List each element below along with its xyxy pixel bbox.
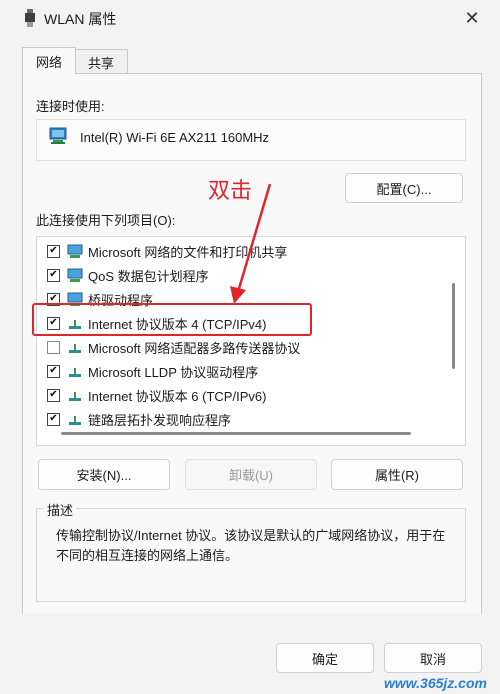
list-item[interactable]: ✔ 链路层拓扑发现响应程序	[37, 407, 447, 431]
tab-network[interactable]: 网络	[22, 47, 76, 74]
item-checkbox[interactable]: ✔	[47, 388, 60, 402]
item-checkbox[interactable]: ✔	[47, 268, 60, 282]
configure-button[interactable]: 配置(C)...	[345, 173, 463, 203]
horizontal-scrollbar[interactable]	[61, 432, 411, 435]
item-label: Microsoft LLDP 协议驱动程序	[88, 364, 259, 380]
watermark: www.365jz.com	[384, 675, 487, 691]
list-item[interactable]: ✔ Microsoft LLDP 协议驱动程序	[37, 359, 447, 383]
ok-button[interactable]: 确定	[276, 643, 374, 673]
item-label: Internet 协议版本 6 (TCP/IPv6)	[88, 388, 267, 404]
network-adapter-icon	[49, 127, 67, 144]
list-item[interactable]: ✔ Internet 协议版本 6 (TCP/IPv6)	[37, 383, 447, 407]
uninstall-button[interactable]: 卸载(U)	[185, 459, 317, 490]
close-button[interactable]: ✕	[458, 4, 486, 32]
protocol-icon	[69, 344, 81, 353]
close-icon: ✕	[464, 7, 480, 28]
item-checkbox[interactable]	[47, 340, 60, 354]
item-label: Microsoft 网络适配器多路传送器协议	[88, 340, 301, 356]
highlight-box	[32, 303, 312, 336]
item-label: QoS 数据包计划程序	[88, 268, 209, 284]
network-share-icon	[67, 244, 83, 258]
description-text: 传输控制协议/Internet 协议。该协议是默认的广域网络协议，用于在不同的相…	[56, 528, 446, 563]
arrow-icon	[230, 183, 272, 304]
protocol-icon	[69, 368, 81, 377]
window-title: WLAN 属性	[44, 11, 117, 27]
protocol-icon	[69, 416, 81, 425]
adapter-name: Intel(R) Wi-Fi 6E AX211 160MHz	[80, 130, 270, 145]
list-item[interactable]: Microsoft 网络适配器多路传送器协议	[37, 335, 447, 359]
install-button[interactable]: 安装(N)...	[38, 459, 170, 490]
vertical-scrollbar[interactable]	[452, 283, 455, 369]
properties-button[interactable]: 属性(R)	[331, 459, 463, 490]
item-label: 链路层拓扑发现响应程序	[88, 412, 232, 428]
network-service-icon	[67, 268, 83, 282]
connect-using-label: 连接时使用:	[36, 99, 105, 114]
items-label: 此连接使用下列项目(O):	[36, 213, 176, 228]
network-adapter-icon	[25, 9, 35, 27]
description-title: 描述	[44, 500, 77, 519]
cancel-button[interactable]: 取消	[384, 643, 482, 673]
item-checkbox[interactable]: ✔	[47, 364, 60, 378]
item-checkbox[interactable]: ✔	[47, 412, 60, 426]
tab-sharing[interactable]: 共享	[74, 49, 128, 74]
protocol-icon	[69, 392, 81, 401]
item-checkbox[interactable]: ✔	[47, 244, 60, 258]
